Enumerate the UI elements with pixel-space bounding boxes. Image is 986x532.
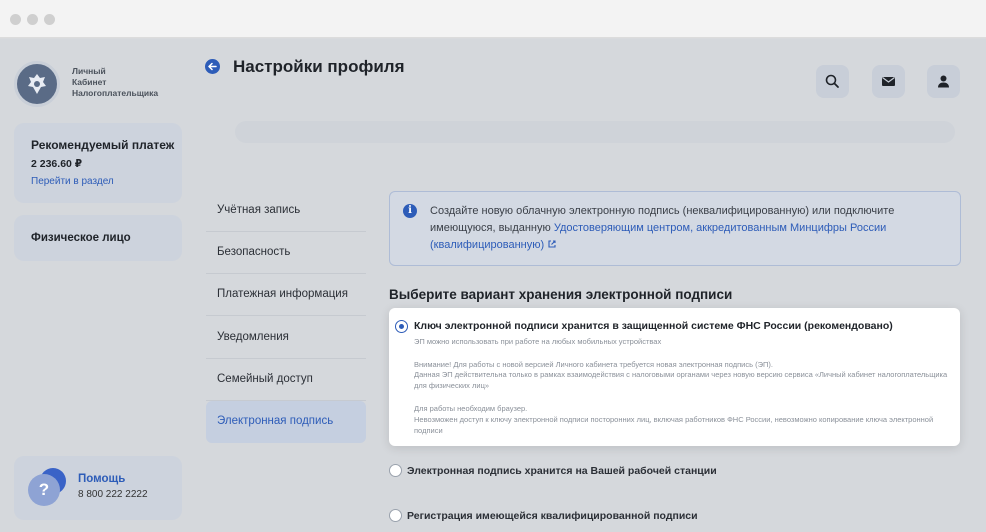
nav-item-label: Семейный доступ [217,373,313,385]
person-type-card[interactable]: Физическое лицо [14,215,182,261]
logo-text: Личный Кабинет Налогоплательщика [72,66,159,98]
section-title: Выберите вариант хранения электронной по… [389,287,733,302]
payment-go-link[interactable]: Перейти в раздел [31,176,114,187]
info-icon: i [403,204,417,218]
user-icon [938,75,949,88]
nav-item-account[interactable]: Учётная запись [206,190,366,232]
radio-qualified-registration[interactable] [389,509,402,522]
nav-item-label: Безопасность [217,246,291,258]
option-workstation-label[interactable]: Электронная подпись хранится на Вашей ра… [407,465,717,477]
option-browser-note: Для работы необходим браузер. [414,404,528,413]
info-text: Создайте новую облачную электронную подп… [430,203,930,254]
nav-item-label: Платежная информация [217,288,348,300]
help-phone: 8 800 222 2222 [78,489,148,500]
option-description: ЭП можно использовать при работе на любы… [414,337,662,346]
help-bubble-icon: ? [28,468,66,506]
window-titlebar [0,0,986,38]
arrow-left-icon [208,62,217,71]
option-title: Ключ электронной подписи хранится в защи… [414,320,893,332]
profile-button[interactable] [927,65,960,98]
search-icon [825,74,839,88]
nav-item-notifications[interactable]: Уведомления [206,317,366,359]
back-button[interactable] [205,59,220,74]
window-close-dot[interactable] [10,14,21,25]
radio-fns-storage[interactable] [395,320,408,333]
nav-item-security[interactable]: Безопасность [206,232,366,274]
help-title[interactable]: Помощь [78,473,125,485]
mail-icon [882,77,895,86]
blurred-banner [235,121,955,143]
nav-item-payment-info[interactable]: Платежная информация [206,274,366,316]
radio-workstation-storage[interactable] [389,464,402,477]
nav-item-label: Учётная запись [217,204,301,216]
window-minimize-dot[interactable] [27,14,38,25]
eagle-emblem-icon [28,74,46,94]
nav-item-label: Электронная подпись [217,415,334,427]
info-banner: i Создайте новую облачную электронную по… [389,191,961,266]
person-type-label: Физическое лицо [31,232,131,244]
nav-item-electronic-signature[interactable]: Электронная подпись [206,401,366,443]
window-maximize-dot[interactable] [44,14,55,25]
page-title: Настройки профиля [233,57,405,76]
help-card[interactable]: ? Помощь 8 800 222 2222 [14,456,182,520]
payment-title: Рекомендуемый платеж [31,138,175,152]
option-warning-detail: Данная ЭП действительна только в рамках … [414,370,948,390]
nav-item-label: Уведомления [217,331,289,343]
option-security-note: Невозможен доступ к ключу электронной по… [414,415,934,435]
messages-button[interactable] [872,65,905,98]
external-link-icon [548,240,556,248]
payment-amount: 2 236.60 ₽ [31,158,83,170]
recommended-payment-card: Рекомендуемый платеж 2 236.60 ₽ Перейти … [14,123,182,203]
app-body: Личный Кабинет Налогоплательщика Рекомен… [0,39,986,532]
storage-option-fns[interactable]: Ключ электронной подписи хранится в защи… [389,308,960,446]
option-qualified-label[interactable]: Регистрация имеющейся квалифицированной … [407,510,698,522]
search-button[interactable] [816,65,849,98]
option-warning: Внимание! Для работы с новой версией Лич… [414,360,773,369]
nav-item-family-access[interactable]: Семейный доступ [206,359,366,401]
fns-emblem-logo[interactable] [14,61,60,107]
